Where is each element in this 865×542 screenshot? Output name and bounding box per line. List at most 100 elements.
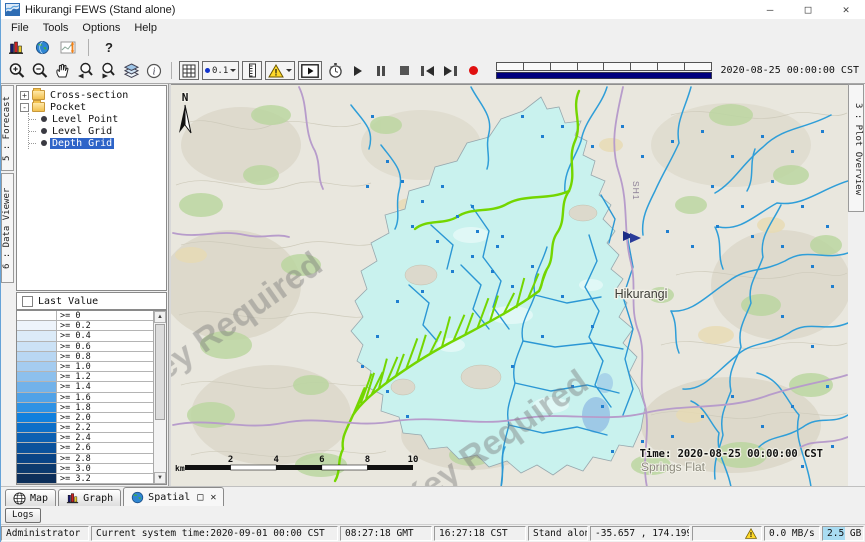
status-download-rate: 0.0 MB/s [764,526,820,541]
menu-options[interactable]: Options [75,21,127,35]
play-icon [354,66,362,76]
scroll-down-arrow[interactable]: ▼ [154,472,166,484]
status-user: Administrator [1,526,89,541]
map-canvas[interactable]: API Key Required API Key Required Hikura… [171,84,848,486]
skip-end-button[interactable] [440,61,460,81]
legend-scrollbar[interactable]: ▲ ▼ [153,311,166,484]
skip-start-button[interactable] [417,61,437,81]
zoom-previous-button[interactable] [75,61,95,81]
animate-button[interactable] [298,61,322,80]
legend-color-swatch [17,423,57,432]
menu-help[interactable]: Help [127,21,164,35]
legend-row: >= 1.4 [17,382,153,392]
record-button[interactable] [463,61,483,81]
tab-maximize-button[interactable]: □ [197,492,203,503]
scroll-up-arrow[interactable]: ▲ [154,311,166,323]
tab-graph[interactable]: Graph [58,489,121,506]
scrollbar-thumb[interactable] [155,324,165,420]
minimize-button[interactable]: – [751,0,789,19]
map-display-button[interactable] [32,37,52,57]
grid-display-button[interactable] [179,61,199,80]
chevron-down-icon [286,69,292,75]
legend-row: >= 1.2 [17,372,153,382]
node-bullet-icon [41,116,47,122]
help-button[interactable]: ? [99,40,119,55]
menu-file[interactable]: File [4,21,36,35]
legend-row-label: >= 0.6 [57,342,91,351]
timer-button[interactable] [325,61,345,81]
tree-item-depth-grid[interactable]: Depth Grid [29,137,166,149]
classbreak-dropdown[interactable]: 0.1 [202,61,239,80]
close-button[interactable]: ✕ [827,0,865,19]
tree-item-cross-section[interactable]: +Cross-section [20,89,166,101]
zoom-next-icon [100,62,117,79]
ruler-icon [245,63,259,78]
info-icon: i [146,63,162,79]
tab-close-button[interactable]: ✕ [210,492,216,503]
logs-button[interactable]: Logs [5,508,41,523]
folder-icon [32,90,45,100]
tab-map[interactable]: Map [5,489,56,506]
zoom-previous-icon [77,62,94,79]
boxed-play-icon [301,64,319,78]
time-slider[interactable] [496,62,711,79]
zoom-out-button[interactable] [29,61,49,81]
legend-row-label: >= 1.6 [57,393,91,402]
status-mode: Stand alone [528,526,588,541]
pan-button[interactable] [52,61,72,81]
legend-row-label: >= 3.2 [57,474,91,483]
tab-plot-overview[interactable]: 3 : Plot Overview [848,84,864,212]
legend-color-swatch [17,454,57,463]
legend-color-swatch [17,403,57,412]
data-viewer-panel: +Cross-section-PocketLevel PointLevel Gr… [15,84,169,486]
tab-spatial[interactable]: Spatial □ ✕ [123,487,224,506]
maximize-button[interactable]: □ [789,0,827,19]
tree-item-level-point[interactable]: Level Point [29,113,166,125]
legend-color-swatch [17,321,57,330]
legend-row-label: >= 2.2 [57,423,91,432]
legend-row-label: >= 0 [57,311,80,320]
legend-row: >= 1.6 [17,393,153,403]
tab-data-viewer[interactable]: 6 : Data Viewer [1,173,14,283]
pause-button[interactable] [371,61,391,81]
toolbar-separator [171,62,172,79]
warning-triangle-icon: ! [268,64,284,78]
current-time-label: 2020-08-25 00:00:00 CST [721,65,859,76]
stop-button[interactable] [394,61,414,81]
pause-icon [377,66,385,76]
thresholds-dropdown[interactable]: ! [265,61,295,80]
time-slider-range-bar[interactable] [496,72,711,79]
zoom-next-button[interactable] [98,61,118,81]
app-window: Hikurangi FEWS (Stand alone) – □ ✕ FileT… [0,0,865,542]
legend-row: >= 2.4 [17,433,153,443]
hand-icon [54,62,71,79]
scrollbar-track[interactable] [154,323,166,472]
legend-row: >= 2.6 [17,443,153,453]
status-coordinates: -35.657 , 174.199 [590,526,690,541]
tree-item-pocket[interactable]: -Pocket [20,101,166,113]
info-button[interactable]: i [144,61,164,81]
tree-expander[interactable]: - [20,103,29,112]
play-button[interactable] [348,61,368,81]
legend-color-swatch [17,443,57,452]
tree-children: Level PointLevel GridDepth Grid [28,113,166,149]
menu-tools[interactable]: Tools [36,21,76,35]
time-slider-track[interactable] [496,62,711,71]
last-value-checkbox[interactable] [22,296,33,307]
scale-legend-button[interactable] [242,61,262,80]
tab-forecast[interactable]: 5 : Forecast [1,85,14,171]
classbreak-value: 0.1 [212,66,228,76]
legend-row-label: >= 2.8 [57,454,91,463]
legend-row: >= 0.8 [17,352,153,362]
layers-button[interactable] [121,61,141,81]
timeseries-display-button[interactable] [58,37,78,57]
database-viewer-button[interactable] [6,37,26,57]
status-system-time: Current system time:2020-09-01 00:00 CST [91,526,338,541]
svg-text:!: ! [275,67,278,77]
svg-text:i: i [153,66,156,77]
zoom-in-button[interactable] [6,61,26,81]
legend-color-swatch [17,372,57,381]
tree-item-level-grid[interactable]: Level Grid [29,125,166,137]
tree-expander[interactable]: + [20,91,29,100]
legend-row-label: >= 2.0 [57,413,91,422]
